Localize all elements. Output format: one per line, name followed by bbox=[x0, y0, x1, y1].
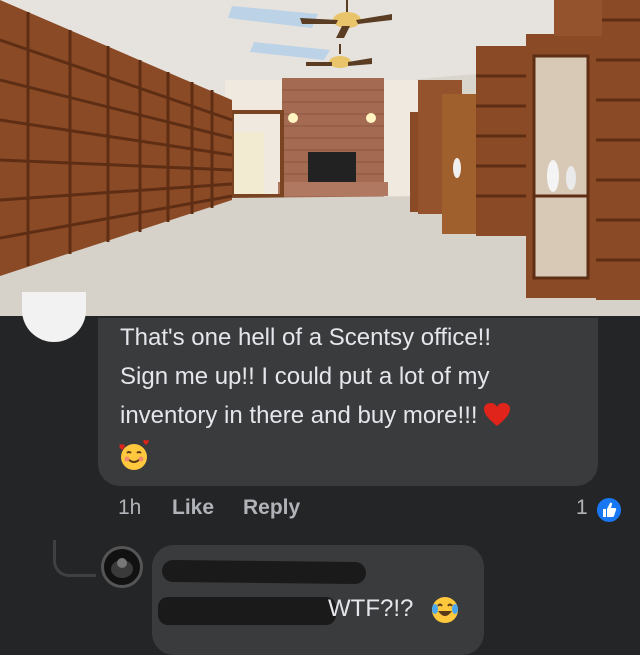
comment-line: Sign me up!! I could put a lot of my bbox=[120, 363, 490, 390]
reaction-count[interactable]: 1 bbox=[576, 496, 588, 520]
comment-bubble: That's one hell of a Scentsy office!! Si… bbox=[98, 318, 598, 486]
reply-avatar[interactable] bbox=[101, 546, 143, 588]
comment-actions: 1h Like Reply 1 bbox=[0, 496, 640, 526]
like-button[interactable]: Like bbox=[172, 496, 214, 520]
reply-button[interactable]: Reply bbox=[243, 496, 300, 520]
comment-line: That's one hell of a Scentsy office!! bbox=[120, 324, 492, 351]
red-heart-icon bbox=[483, 403, 510, 426]
smiling-face-with-hearts-icon bbox=[119, 440, 149, 470]
comment-timestamp: 1h bbox=[118, 496, 142, 519]
thumbs-up-icon[interactable] bbox=[595, 496, 623, 524]
comment-line: inventory in there and buy more!!! bbox=[120, 402, 478, 429]
commenter-avatar[interactable] bbox=[22, 292, 86, 342]
redacted-text bbox=[158, 597, 336, 625]
face-with-tears-of-joy-icon bbox=[432, 597, 458, 623]
reply-text: WTF?!? bbox=[328, 595, 414, 622]
thread-connector bbox=[53, 540, 96, 577]
redacted-name bbox=[161, 559, 367, 585]
room-photo[interactable] bbox=[0, 0, 640, 316]
reply-bubble: WTF?!? bbox=[152, 545, 484, 655]
comment-text: That's one hell of a Scentsy office!! Si… bbox=[120, 318, 580, 435]
